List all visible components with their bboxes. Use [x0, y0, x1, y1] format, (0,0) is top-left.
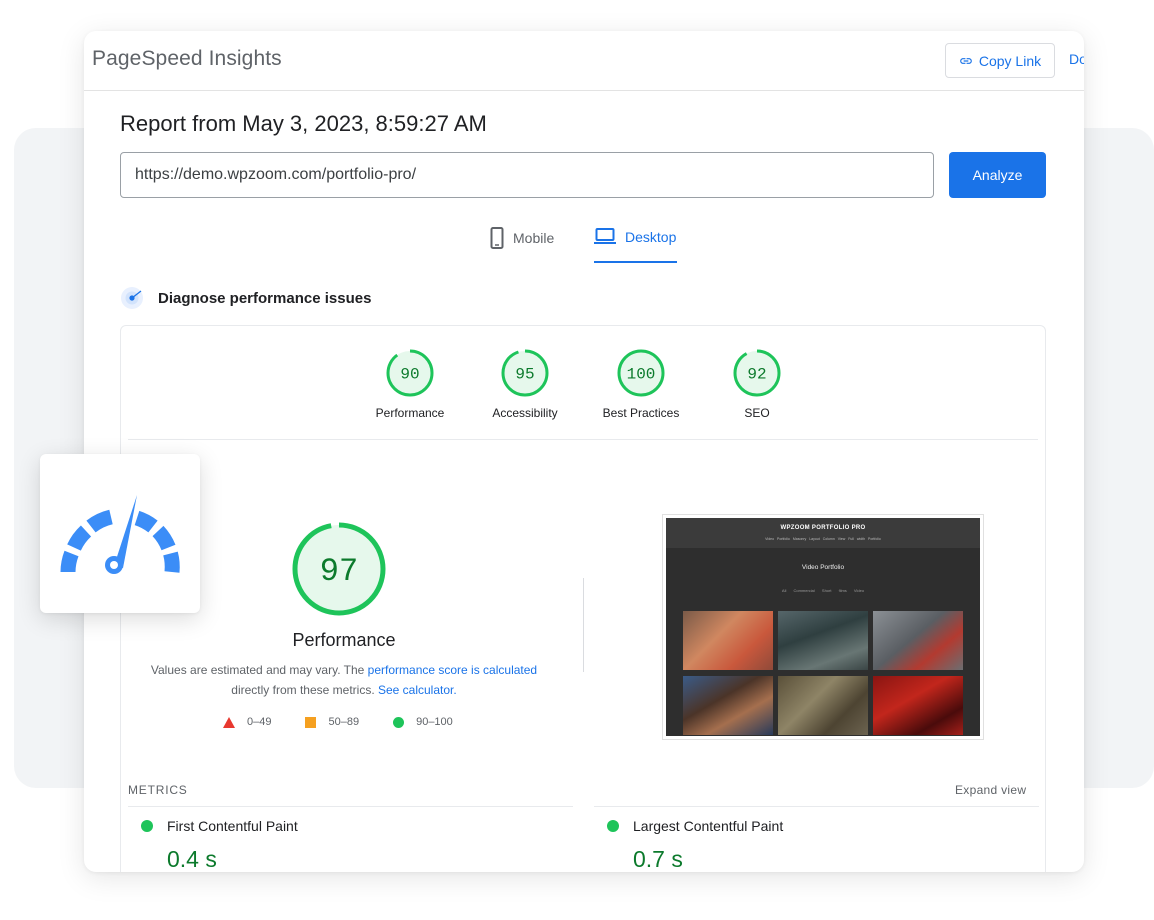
metrics-label: METRICS	[128, 783, 188, 797]
diagnose-header: Diagnose performance issues	[120, 286, 371, 310]
pass-circle-icon	[141, 820, 153, 832]
gauge-score: 92	[747, 366, 766, 384]
url-input[interactable]	[120, 152, 934, 198]
thumbnail	[873, 611, 963, 670]
legend-fail-range: 0–49	[247, 716, 272, 728]
category-gauges: 90 Performance 95 Accessibility 100 Best…	[121, 348, 1047, 428]
gauge-accessibility[interactable]: 95 Accessibility	[467, 348, 583, 420]
speedometer-card	[40, 454, 200, 613]
target-icon	[121, 287, 143, 309]
metric-lcp: Largest Contentful Paint 0.7 s	[607, 818, 783, 872]
metric-value: 0.7 s	[633, 846, 683, 872]
thumbnail	[873, 676, 963, 735]
vertical-divider	[583, 578, 584, 672]
metric-fcp: First Contentful Paint 0.4 s	[141, 818, 298, 872]
score-ring: 95	[501, 349, 549, 397]
report-title: Report from May 3, 2023, 8:59:27 AM	[120, 111, 487, 136]
desc-text-1: Values are estimated and may vary. The	[150, 663, 368, 677]
square-icon	[305, 716, 317, 728]
tab-desktop[interactable]: Desktop	[594, 227, 677, 263]
diagnose-title: Diagnose performance issues	[158, 289, 372, 307]
see-calculator-link[interactable]: See calculator.	[378, 683, 457, 697]
copy-link-label: Copy Link	[978, 52, 1042, 69]
speedometer-icon	[60, 495, 180, 574]
pagespeed-window: PageSpeed Insights Copy Link Do Report f…	[84, 31, 1084, 872]
gauge-seo[interactable]: 92 SEO	[699, 348, 815, 420]
gauge-score: 100	[627, 366, 656, 384]
page-screenshot: WPZOOM PORTFOLIO PRO Video Portfolio Mas…	[662, 514, 984, 740]
score-legend: 0–49 50–89 90–100	[223, 716, 453, 728]
card-divider	[128, 439, 1038, 440]
score-calculated-link[interactable]: performance score is calculated	[368, 663, 537, 677]
thumbnail	[778, 611, 868, 670]
legend-average-range: 50–89	[328, 716, 360, 728]
performance-title: Performance	[292, 630, 396, 650]
phone-icon	[490, 227, 504, 249]
legend-average: 50–89	[305, 716, 359, 728]
results-card: 90 Performance 95 Accessibility 100 Best…	[120, 325, 1046, 872]
desc-text-2: directly from these metrics.	[231, 683, 378, 697]
score-ring: 90	[386, 349, 434, 397]
tab-mobile-label: Mobile	[513, 230, 555, 246]
gauge-label: Accessibility	[492, 406, 558, 420]
gauge-label: Best Practices	[602, 406, 680, 420]
metric-name: First Contentful Paint	[167, 818, 298, 834]
gauge-label: SEO	[744, 406, 770, 420]
metric-name: Largest Contentful Paint	[633, 818, 784, 834]
thumbnail	[683, 676, 773, 735]
copy-link-button[interactable]: Copy Link	[945, 43, 1055, 78]
docs-link[interactable]: Do	[1069, 51, 1084, 67]
screenshot-nav: Video Portfolio Masonry Layout Column Vi…	[765, 537, 881, 541]
metrics-divider	[128, 806, 573, 807]
thumbnail	[778, 676, 868, 735]
screenshot-header: WPZOOM PORTFOLIO PRO Video Portfolio Mas…	[666, 518, 980, 548]
score-ring: 92	[733, 349, 781, 397]
score-ring-large: 97	[292, 522, 386, 616]
top-bar: PageSpeed Insights Copy Link Do	[84, 31, 1084, 91]
screenshot-filters: All Commercial Short films Video	[781, 588, 865, 593]
laptop-icon	[594, 228, 616, 244]
analyze-button[interactable]: Analyze	[949, 152, 1046, 198]
gauge-performance[interactable]: 90 Performance	[352, 348, 468, 420]
legend-fail: 0–49	[223, 716, 271, 728]
gauge-label: Performance	[375, 406, 445, 420]
screenshot-brand: WPZOOM PORTFOLIO PRO	[780, 525, 866, 531]
gauge-score: 95	[515, 366, 534, 384]
screenshot-canvas: WPZOOM PORTFOLIO PRO Video Portfolio Mas…	[666, 518, 980, 736]
triangle-icon	[223, 716, 235, 728]
pass-circle-icon	[607, 820, 619, 832]
expand-view-button[interactable]: Expand view	[955, 783, 1026, 797]
performance-score: 97	[320, 553, 358, 590]
performance-description: Values are estimated and may vary. The p…	[141, 660, 547, 700]
thumbnail	[683, 611, 773, 670]
tab-desktop-label: Desktop	[625, 229, 677, 245]
brand-title: PageSpeed Insights	[92, 47, 282, 70]
link-icon	[960, 57, 972, 64]
score-ring: 100	[617, 349, 665, 397]
gauge-best-practices[interactable]: 100 Best Practices	[583, 348, 699, 420]
legend-pass-range: 90–100	[416, 716, 453, 728]
gauge-score: 90	[400, 366, 419, 384]
circle-icon	[393, 716, 405, 728]
metric-value: 0.4 s	[167, 846, 217, 872]
tab-mobile[interactable]: Mobile	[490, 227, 554, 263]
legend-pass: 90–100	[393, 716, 453, 728]
screenshot-thumbnails	[683, 611, 965, 735]
screenshot-title: Video Portfolio	[801, 564, 845, 571]
performance-gauge-large: 97	[291, 521, 387, 622]
metrics-divider	[594, 806, 1039, 807]
